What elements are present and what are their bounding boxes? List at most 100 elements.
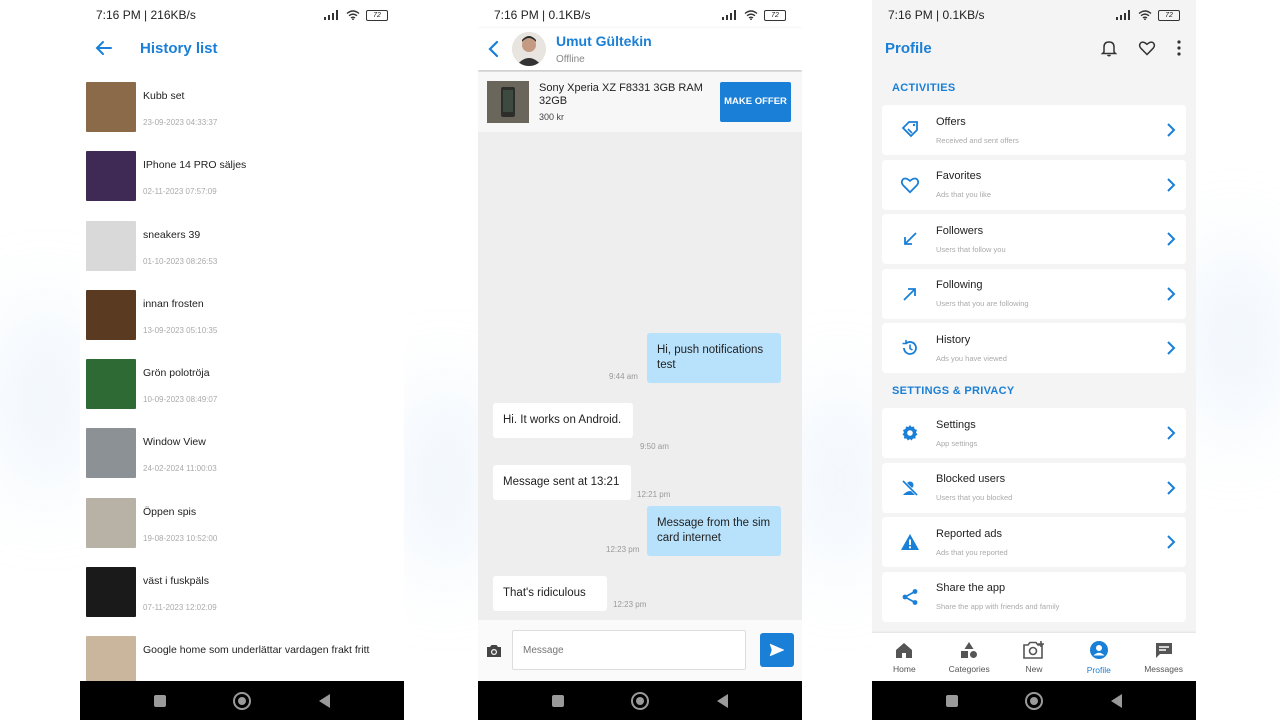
avatar[interactable] [512, 32, 546, 66]
history-row[interactable]: innan frosten 13-09-2023 05:10:35 [80, 289, 404, 359]
back-triangle-icon[interactable] [1111, 693, 1123, 708]
menu-item-reported-ads[interactable]: Reported ads Ads that you reported [882, 517, 1186, 567]
home-circle-icon[interactable] [1025, 691, 1044, 710]
listing-title[interactable]: Sony Xperia XZ F8331 3GB RAM 32GB [539, 82, 711, 108]
item-thumbnail [86, 220, 136, 271]
history-row[interactable]: Grön polotröja 10-09-2023 08:49:07 [80, 359, 404, 428]
background-blob [0, 300, 90, 500]
menu-item-title: Following [936, 279, 983, 291]
menu-item-subtitle: Users that you blocked [936, 493, 1013, 502]
menu-item-settings[interactable]: Settings App settings [882, 408, 1186, 458]
listing-thumbnail[interactable] [487, 81, 529, 123]
arrow-up-right-icon [890, 269, 930, 319]
menu-item-subtitle: Ads you have viewed [936, 353, 1007, 363]
new-photo-icon [1023, 640, 1045, 661]
menu-item-following[interactable]: Following Users that you are following [882, 268, 1186, 319]
menu-item-followers[interactable]: Followers Users that follow you [882, 214, 1186, 264]
tab-categories[interactable]: Categories [937, 633, 1002, 681]
message-bubble-outgoing: Hi, push notifications test [647, 333, 781, 383]
chevron-right-icon [1167, 341, 1176, 355]
menu-item-subtitle: App settings [936, 438, 978, 448]
battery-icon: 72 [1158, 9, 1180, 21]
system-nav-bar [872, 681, 1196, 720]
item-name: Grön polotröja [143, 367, 210, 380]
recent-apps-icon[interactable] [153, 694, 166, 707]
background-blob [400, 380, 490, 580]
menu-item-title: Offers [936, 115, 966, 128]
status-text: 7:16 PM | 0.1KB/s [494, 8, 591, 22]
back-triangle-icon[interactable] [717, 693, 729, 708]
history-row[interactable]: Kubb set 23-09-2023 04:33:37 [80, 82, 404, 151]
bell-icon[interactable] [1100, 39, 1118, 57]
menu-item-blocked-users[interactable]: Blocked users Users that you blocked [882, 462, 1186, 513]
menu-item-title: History [936, 333, 971, 346]
more-vertical-icon[interactable] [1176, 39, 1182, 57]
back-triangle-icon[interactable] [319, 693, 331, 708]
send-button[interactable] [760, 633, 794, 667]
history-row[interactable]: IPhone 14 PRO säljes 02-11-2023 07:57:09 [80, 151, 404, 220]
item-viewed-date: 13-09-2023 05:10:35 [143, 325, 218, 335]
menu-item-title: Followers [936, 224, 984, 237]
tab-new[interactable]: New [1002, 633, 1067, 681]
menu-item-title: Share the app [936, 582, 1006, 594]
menu-item-history[interactable]: History Ads you have viewed [882, 323, 1186, 373]
home-circle-icon[interactable] [233, 691, 252, 710]
item-thumbnail [86, 82, 136, 132]
contact-name[interactable]: Umut Gültekin [556, 33, 652, 49]
listing-price: 300 kr [539, 112, 565, 122]
app-bar: Profile [872, 32, 1196, 64]
tab-messages[interactable]: Messages [1131, 633, 1196, 681]
menu-item-share-the-app[interactable]: Share the app Share the app with friends … [882, 571, 1186, 622]
chevron-right-icon [1167, 232, 1176, 246]
offers-icon [890, 105, 930, 155]
make-offer-button[interactable]: MAKE OFFER [720, 82, 791, 122]
item-viewed-date: 23-09-2023 04:33:37 [143, 118, 218, 127]
menu-item-offers[interactable]: Offers Received and sent offers [882, 105, 1186, 155]
menu-item-subtitle: Received and sent offers [936, 135, 1019, 145]
menu-item-title: Settings [936, 418, 976, 431]
profile-icon [1089, 640, 1109, 662]
history-row[interactable]: Window View 24-02-2024 11:00:03 [80, 428, 404, 497]
message-time: 12:21 pm [637, 490, 671, 499]
chevron-right-icon [1167, 426, 1176, 440]
status-bar: 7:16 PM | 216KB/s 72 [80, 0, 404, 30]
recent-apps-icon[interactable] [945, 694, 958, 707]
page-title: Profile [885, 39, 932, 57]
chat-screen: 7:16 PM | 0.1KB/s 72 Umut Gültekin Offli… [478, 0, 802, 720]
message-bubble-incoming: That's ridiculous [493, 576, 607, 611]
share-icon [890, 572, 930, 622]
listing-offer-bar: Sony Xperia XZ F8331 3GB RAM 32GB 300 kr… [478, 72, 802, 132]
history-list: Kubb set 23-09-2023 04:33:37 IPhone 14 PRO… [80, 82, 404, 706]
history-row[interactable]: sneakers 39 01-10-2023 08:26:53 [80, 220, 404, 290]
history-row[interactable]: väst i fuskpäls 07-11-2023 12:02:09 [80, 567, 404, 636]
message-input[interactable] [512, 630, 746, 670]
home-circle-icon[interactable] [631, 691, 650, 710]
menu-item-favorites[interactable]: Favorites Ads that you like [882, 159, 1186, 210]
chevron-right-icon [1167, 123, 1176, 137]
item-thumbnail [86, 497, 136, 548]
contact-status: Offline [556, 54, 585, 65]
home-icon [894, 641, 914, 661]
tab-label: Categories [948, 663, 990, 674]
signal-icon [722, 10, 736, 20]
menu-item-title: Blocked users [936, 473, 1006, 485]
status-bar: 7:16 PM | 0.1KB/s 72 [872, 0, 1196, 30]
camera-icon[interactable] [486, 644, 502, 658]
tab-home[interactable]: Home [872, 633, 937, 681]
background-blob [800, 380, 880, 580]
item-name: sneakers 39 [143, 228, 201, 241]
chevron-right-icon [1167, 480, 1176, 495]
item-thumbnail [86, 428, 136, 479]
tab-profile[interactable]: Profile [1066, 633, 1131, 681]
recent-apps-icon[interactable] [551, 694, 564, 707]
item-viewed-date: 02-11-2023 07:57:09 [143, 187, 217, 197]
message-bubble-incoming: Message sent at 13:21 [493, 465, 631, 500]
item-name: Öppen spis [143, 505, 197, 518]
back-chevron-icon[interactable] [486, 39, 500, 59]
wifi-icon [346, 10, 360, 20]
back-arrow-icon[interactable] [94, 38, 114, 58]
tab-label: Messages [1144, 663, 1183, 674]
app-bar: History list [80, 32, 404, 64]
history-row[interactable]: Öppen spis 19-08-2023 10:52:00 [80, 497, 404, 567]
heart-icon[interactable] [1138, 39, 1156, 57]
